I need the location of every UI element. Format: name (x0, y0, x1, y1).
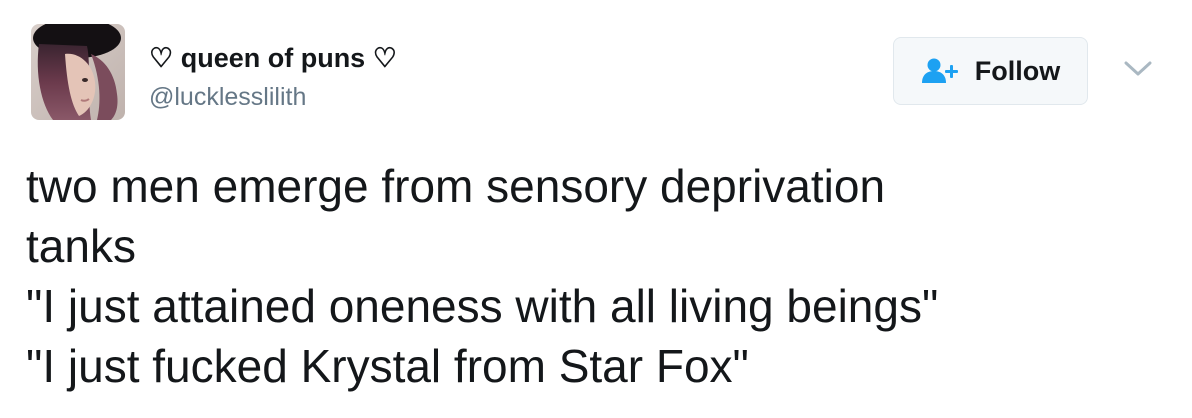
tweet: ♡ queen of puns ♡ @lucklesslilith Follow… (0, 0, 1192, 418)
follow-button[interactable]: Follow (893, 37, 1088, 105)
chevron-down-icon[interactable] (1122, 56, 1154, 80)
handle[interactable]: @lucklesslilith (149, 80, 306, 114)
follow-label: Follow (974, 56, 1061, 86)
display-name[interactable]: ♡ queen of puns ♡ (149, 40, 397, 76)
tweet-text-line: tanks (26, 220, 136, 272)
tweet-text: two men emerge from sensory deprivation … (26, 156, 1176, 396)
tweet-text-line: "I just attained oneness with all living… (26, 280, 939, 332)
tweet-text-line: two men emerge from sensory deprivation (26, 160, 886, 212)
tweet-text-line: "I just fucked Krystal from Star Fox" (26, 340, 749, 392)
add-user-icon (921, 57, 963, 85)
avatar-image (31, 24, 125, 120)
avatar[interactable] (31, 24, 125, 120)
